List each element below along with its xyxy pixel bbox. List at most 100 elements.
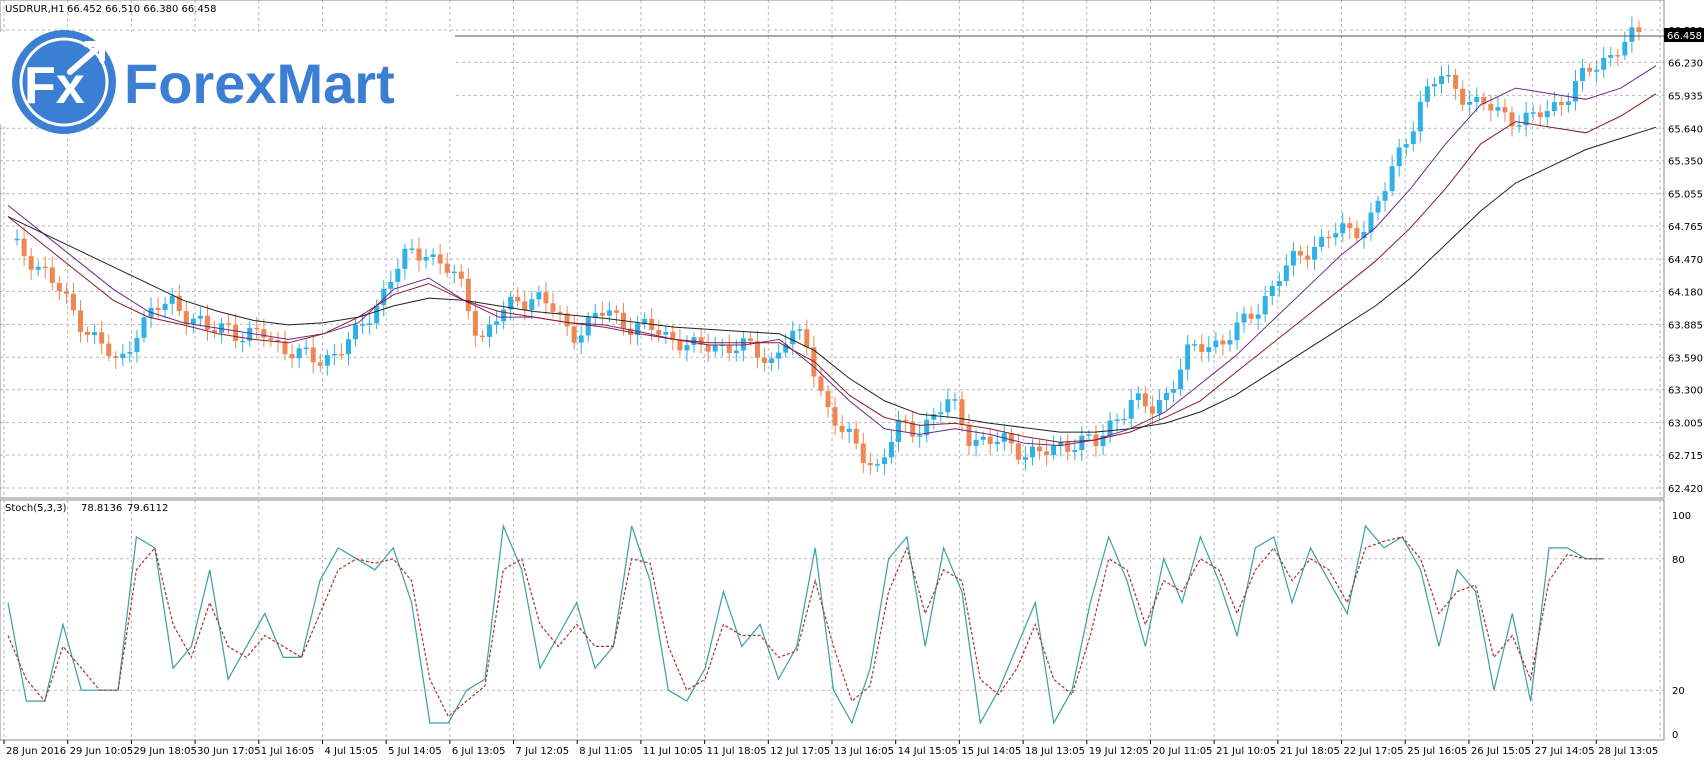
candle-body	[642, 318, 648, 324]
candle-body	[1305, 255, 1311, 260]
candle-body	[1558, 102, 1564, 106]
candle-body	[35, 266, 41, 270]
candle-body	[571, 326, 577, 343]
candle-body	[303, 347, 309, 350]
candle-body	[1431, 83, 1437, 87]
stoch-main-line	[7, 523, 1604, 725]
candle-body	[564, 313, 570, 327]
candle-body	[56, 282, 62, 292]
current-price-label: 66.458	[1667, 31, 1702, 42]
ohlc-info: 66.452 66.510 66.380 66.458	[67, 4, 217, 15]
candle-body	[1417, 101, 1423, 132]
candle-body	[282, 341, 288, 355]
candle-body	[592, 312, 598, 318]
candle-body	[804, 329, 810, 348]
candle-body	[226, 323, 232, 325]
candle-body	[487, 324, 493, 337]
candle-body	[1460, 88, 1466, 105]
candle-body	[1199, 344, 1205, 352]
candle-body	[536, 292, 542, 300]
candle-body	[1601, 57, 1607, 70]
candle-body	[240, 340, 246, 343]
trading-chart[interactable]: 66.52066.23065.93565.64065.35065.05564.7…	[0, 0, 1704, 760]
candle-body	[134, 337, 140, 353]
stoch-tick-label: 20	[1672, 686, 1685, 697]
candle-body	[353, 324, 359, 340]
candle-body	[1276, 281, 1282, 286]
time-tick-label: 8 Jul 11:05	[579, 746, 633, 757]
candle-body	[663, 331, 669, 335]
candle-body	[338, 353, 344, 356]
candle-body	[797, 329, 803, 331]
candle-body	[190, 318, 196, 325]
candle-body	[120, 353, 126, 359]
candle-body	[472, 311, 478, 336]
candle-body	[705, 344, 711, 352]
candle-body	[733, 350, 739, 354]
candle-body	[1044, 451, 1050, 456]
price-tick-label: 63.005	[1668, 419, 1703, 430]
candle-body	[1051, 445, 1057, 456]
stoch-grid	[0, 500, 1664, 740]
candle-body	[853, 428, 859, 444]
candle-body	[987, 436, 993, 445]
candle-body	[1227, 340, 1233, 345]
candle-body	[1333, 233, 1339, 238]
candle-body	[1290, 251, 1296, 266]
time-tick-label: 21 Jul 18:05	[1280, 746, 1340, 757]
candle-body	[790, 330, 796, 345]
candle-body	[183, 311, 189, 325]
stoch-signal-line	[7, 536, 1604, 718]
candle-body	[430, 254, 436, 257]
candle-body	[162, 303, 168, 310]
candle-body	[1128, 400, 1134, 419]
time-tick-label: 22 Jul 17:05	[1344, 746, 1404, 757]
candle-body	[1340, 223, 1346, 234]
time-tick-label: 20 Jul 11:05	[1152, 746, 1212, 757]
candle-body	[268, 337, 274, 340]
candle-body	[557, 311, 563, 314]
time-tick-label: 7 Jul 12:05	[516, 746, 570, 757]
candle-body	[1594, 69, 1600, 72]
candle-body	[1015, 443, 1021, 460]
candle-body	[973, 439, 979, 446]
candle-body	[888, 441, 894, 458]
candle-body	[747, 338, 753, 342]
candle-body	[1163, 392, 1169, 400]
time-tick-label: 26 Jul 15:05	[1471, 746, 1531, 757]
time-tick-label: 28 Jun 2016	[6, 746, 66, 757]
candle-body	[966, 424, 972, 446]
candle-body	[169, 295, 175, 304]
candle-body	[1255, 314, 1261, 319]
candle-body	[113, 356, 119, 359]
candle-body	[21, 238, 27, 257]
time-tick-label: 19 Jul 12:05	[1089, 746, 1149, 757]
candle-body	[1467, 101, 1473, 105]
candle-body	[726, 344, 732, 354]
candle-body	[1537, 112, 1543, 118]
candle-body	[529, 299, 535, 310]
candle-body	[360, 324, 366, 326]
candle-body	[825, 391, 831, 408]
time-tick-label: 29 Jun 18:05	[133, 746, 197, 757]
candle-body	[1269, 285, 1275, 297]
price-tick-label: 63.885	[1668, 320, 1703, 331]
candle-body	[1121, 418, 1127, 421]
candle-body	[938, 412, 944, 415]
price-tick-label: 62.420	[1668, 484, 1703, 495]
time-tick-label: 27 Jul 14:05	[1535, 746, 1595, 757]
candle-body	[374, 305, 380, 324]
candle-body	[1114, 419, 1120, 421]
price-tick-label: 66.230	[1668, 58, 1703, 69]
time-tick-label: 11 Jul 18:05	[707, 746, 767, 757]
candle-body	[42, 266, 48, 269]
price-tick-label: 65.640	[1668, 124, 1703, 135]
candle-body	[656, 329, 662, 335]
candle-body	[1142, 393, 1148, 407]
candle-body	[49, 267, 55, 283]
time-tick-label: 30 Jun 17:05	[197, 746, 261, 757]
time-tick-label: 12 Jul 17:05	[770, 746, 830, 757]
candle-body	[959, 399, 965, 425]
candle-body	[501, 309, 507, 322]
time-tick-label: 14 Jul 15:05	[898, 746, 958, 757]
